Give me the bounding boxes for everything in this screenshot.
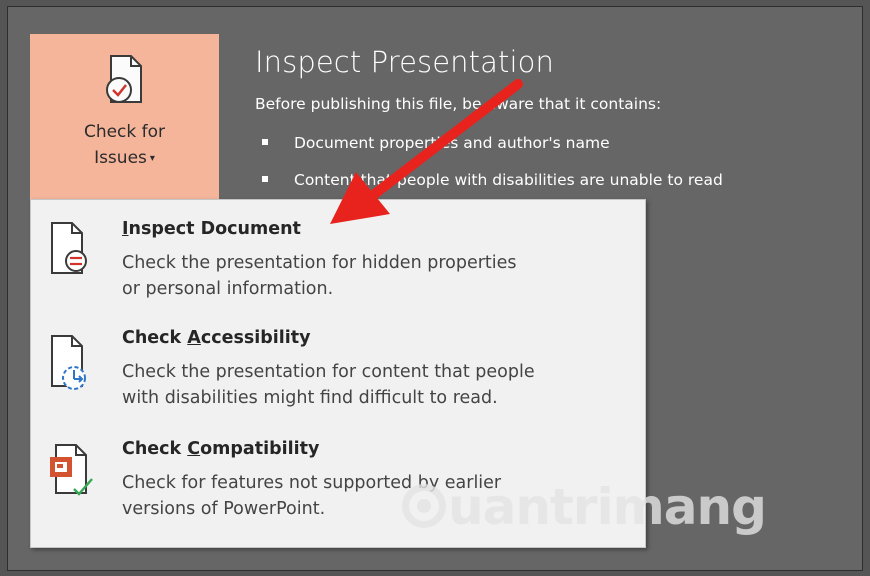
check-compatibility-icon [46,441,98,507]
inspect-bullet-accessibility: Content that people with disabilities ar… [262,171,723,189]
issues-label: Issues ▾ [94,148,155,168]
check-for-issues-label: Check for [83,122,166,142]
inspect-intro-text: Before publishing this file, be aware th… [255,95,662,113]
watermark-q-icon [402,484,446,528]
check-accessibility-title: Check Accessibility [122,328,311,348]
check-compatibility-desc-line2: versions of PowerPoint. [122,499,326,519]
check-accessibility-desc-line1: Check the presentation for content that … [122,362,535,382]
inspect-presentation-title: Inspect Presentation [255,45,554,79]
check-compatibility-title: Check Compatibility [122,439,320,459]
inspect-bullet-properties: Document properties and author's name [262,134,610,152]
inspect-document-title: Inspect Document [122,219,301,239]
menu-item-check-accessibility[interactable]: Check Accessibility Check the presentati… [31,316,645,424]
check-accessibility-icon [46,332,94,398]
inspect-document-desc-line2: or personal information. [122,279,334,299]
bullet-icon [262,176,268,182]
chevron-down-icon: ▾ [149,153,155,164]
bullet-icon [262,139,268,145]
watermark-logo: uantrimang [402,478,767,536]
inspect-document-desc-line1: Check the presentation for hidden proper… [122,253,517,273]
menu-item-inspect-document[interactable]: Inspect Document Check the presentation … [31,207,645,311]
check-for-issues-icon [103,52,147,114]
check-accessibility-desc-line2: with disabilities might find difficult t… [122,388,498,408]
check-for-issues-button[interactable]: Check for Issues ▾ [30,34,219,206]
inspect-document-icon [46,219,94,283]
